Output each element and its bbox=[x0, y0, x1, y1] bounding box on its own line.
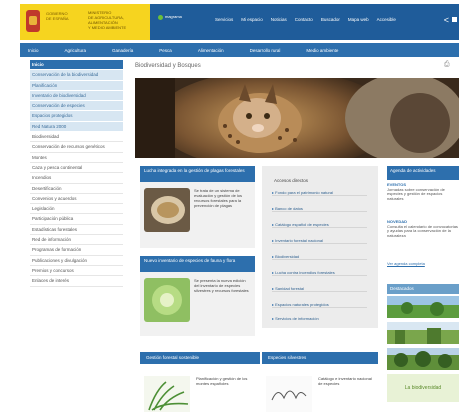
quick-link[interactable]: Catálogo español de especies bbox=[272, 222, 367, 228]
feature-card[interactable]: Lucha integrada en la gestión de plagas … bbox=[140, 166, 255, 248]
top-link[interactable]: Noticias bbox=[271, 17, 287, 22]
quick-link[interactable]: Sanidad forestal bbox=[272, 286, 367, 292]
ministry-name: MINISTERIO DE AGRICULTURA, ALIMENTACIÓN … bbox=[88, 10, 127, 30]
sidebar-item[interactable]: Estadísticas forestales bbox=[30, 224, 123, 236]
sidebar-item[interactable]: Legislación bbox=[30, 204, 123, 215]
card-image bbox=[144, 278, 190, 322]
quick-link[interactable]: Fondo para el patrimonio natural bbox=[272, 190, 367, 196]
quick-link[interactable]: Inventario forestal nacional bbox=[272, 238, 367, 244]
bottom-card[interactable]: Gestión forestal sostenible Planificació… bbox=[140, 352, 260, 418]
card-title[interactable]: Gestión forestal sostenible bbox=[140, 352, 260, 364]
quick-link[interactable]: Lucha contra incendios forestales bbox=[272, 270, 367, 276]
banner-image[interactable] bbox=[387, 348, 459, 370]
sidebar-item[interactable]: Inicio bbox=[30, 60, 123, 71]
sidebar-item[interactable]: Participación pública bbox=[30, 214, 123, 225]
bottom-card[interactable]: Especies silvestres Catálogo e inventari… bbox=[262, 352, 378, 418]
sidebar-item[interactable]: Conservación de la biodiversidad bbox=[30, 70, 123, 81]
hero-lynx-image bbox=[135, 78, 459, 158]
panel-title: Accesos directos bbox=[274, 178, 309, 183]
banner-image[interactable] bbox=[387, 322, 459, 344]
top-link[interactable]: Mapa web bbox=[348, 17, 369, 22]
sidebar-item[interactable]: Conservación de especies bbox=[30, 101, 123, 112]
sidebar-item[interactable]: Enlaces de interés bbox=[30, 276, 123, 287]
page-title: Biodiversidad y Bosques bbox=[135, 63, 201, 69]
accessibility-icon[interactable] bbox=[452, 17, 457, 22]
sidebar-item[interactable]: Espacios protegidos bbox=[30, 111, 123, 122]
sidebar-item[interactable]: Inventario de biodiversidad bbox=[30, 90, 123, 102]
sidebar-item[interactable]: Premios y concursos bbox=[30, 265, 123, 277]
agenda-text: Consulta el calendario de convocatorias … bbox=[387, 223, 458, 238]
card-text: Se presenta la nueva edición del inventa… bbox=[194, 278, 249, 293]
agenda-heading[interactable]: Agenda de actividades bbox=[387, 166, 459, 180]
agenda-text: Jornadas sobre conservación de especies … bbox=[387, 186, 445, 201]
feature-card[interactable]: Nuevo inventario de especies de fauna y … bbox=[140, 256, 255, 336]
top-links: Servicios Mi espacio Noticias Contacto B… bbox=[215, 17, 396, 22]
biodiversity-banner[interactable]: La biodiversidad bbox=[387, 374, 459, 402]
sidebar-item[interactable]: Incendios bbox=[30, 173, 123, 184]
quick-link[interactable]: Espacios naturales protegidos bbox=[272, 302, 367, 308]
share-icon[interactable]: < bbox=[444, 15, 449, 25]
banner-image[interactable] bbox=[387, 296, 459, 318]
agenda-block: EVENTOS Jornadas sobre conservación de e… bbox=[387, 182, 459, 201]
top-link[interactable]: Contacto bbox=[295, 17, 313, 22]
card-title[interactable]: Lucha integrada en la gestión de plagas … bbox=[140, 166, 255, 182]
nav-item[interactable]: Alimentación bbox=[198, 48, 224, 53]
lynx-photo bbox=[135, 78, 459, 158]
top-link[interactable]: Servicios bbox=[215, 17, 233, 22]
nav-item[interactable]: Ganadería bbox=[112, 48, 133, 53]
sidebar-item[interactable]: Conservación de recursos genéticos bbox=[30, 142, 123, 153]
top-link[interactable]: Accesible bbox=[377, 17, 396, 22]
card-text: Catálogo e inventario nacional de especi… bbox=[318, 376, 372, 386]
highlights-heading: Destacados bbox=[387, 284, 459, 294]
sidebar-item[interactable]: Planificación bbox=[30, 80, 123, 91]
sidebar-item[interactable]: Biodiversidad bbox=[30, 132, 123, 143]
more-link[interactable]: Ver agenda completa bbox=[387, 261, 459, 267]
quick-link[interactable]: Servicios de información bbox=[272, 316, 319, 321]
top-link[interactable]: Buscador bbox=[321, 17, 340, 22]
nav-item[interactable]: Agricultura bbox=[65, 48, 87, 53]
sidebar-item[interactable]: Red de información bbox=[30, 235, 123, 246]
sidebar-item[interactable]: Caza y pesca continental bbox=[30, 162, 123, 174]
sidebar-item[interactable]: Red Natura 2000 bbox=[30, 121, 123, 133]
nav-item[interactable]: Desarrollo rural bbox=[250, 48, 281, 53]
header-bar: GOBIERNO DE ESPAÑA MINISTERIO DE AGRICUL… bbox=[20, 4, 459, 40]
grass-image bbox=[144, 376, 190, 412]
card-text: Se trata de un sistema de evaluación y g… bbox=[194, 188, 243, 208]
card-title[interactable]: Nuevo inventario de especies de fauna y … bbox=[140, 256, 255, 272]
sidebar-item[interactable]: Publicaciones y divulgación bbox=[30, 255, 123, 266]
top-link[interactable]: Mi espacio bbox=[241, 17, 263, 22]
print-icon[interactable]: ⎙ bbox=[444, 61, 450, 69]
government-logo[interactable]: GOBIERNO DE ESPAÑA MINISTERIO DE AGRICUL… bbox=[20, 4, 150, 40]
sidebar-item[interactable]: Programas de formación bbox=[30, 245, 123, 256]
nav-item[interactable]: Inicio bbox=[28, 48, 39, 53]
agenda-block: NOVEDAD Consulta el calendario de convoc… bbox=[387, 219, 459, 238]
quick-link[interactable]: Biodiversidad bbox=[272, 254, 367, 260]
card-image bbox=[144, 188, 190, 232]
site-logo[interactable]: magrama bbox=[158, 13, 188, 31]
card-text: Planificación y gestión de los montes es… bbox=[196, 376, 248, 386]
card-title[interactable]: Especies silvestres bbox=[262, 352, 378, 364]
sidebar-menu: Inicio Conservación de la biodiversidad Pl… bbox=[30, 60, 123, 287]
leaf-icon bbox=[158, 15, 163, 20]
sidebar-item[interactable]: Montes bbox=[30, 152, 123, 163]
sketch-image bbox=[266, 376, 312, 412]
sidebar-item[interactable]: Desertificación bbox=[30, 183, 123, 194]
quick-links-panel: Accesos directos Fondo para el patrimoni… bbox=[262, 166, 378, 328]
main-nav: Inicio Agricultura Ganadería Pesca Alime… bbox=[20, 43, 459, 57]
government-label: GOBIERNO DE ESPAÑA bbox=[46, 11, 69, 21]
coat-of-arms-icon bbox=[26, 10, 40, 32]
nav-item[interactable]: Pesca bbox=[159, 48, 172, 53]
sidebar-item[interactable]: Convenios y acuerdos bbox=[30, 193, 123, 205]
nav-item[interactable]: Medio ambiente bbox=[306, 48, 338, 53]
quick-link[interactable]: Banco de datos bbox=[272, 206, 367, 212]
